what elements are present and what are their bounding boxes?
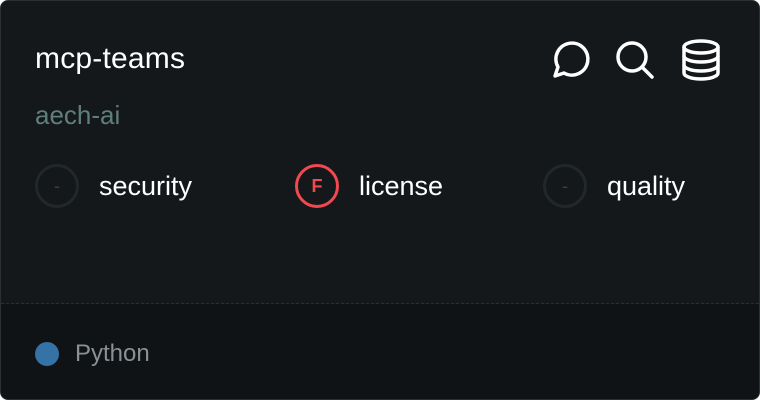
language-color-dot: [35, 342, 59, 366]
license-grade-badge: F: [295, 164, 339, 208]
card-footer: Python: [1, 304, 759, 399]
repo-card: mcp-teams aech-ai - security F license -…: [0, 0, 760, 400]
chat-button[interactable]: [547, 38, 591, 82]
database-icon: [682, 39, 720, 81]
language-name: Python: [75, 340, 150, 367]
search-button[interactable]: [613, 38, 657, 82]
security-label: security: [99, 170, 193, 201]
security-grade-badge: -: [35, 164, 79, 208]
language-indicator: Python: [35, 340, 150, 368]
card-actions: [547, 38, 723, 82]
quality-label: quality: [607, 170, 686, 201]
repo-name[interactable]: mcp-teams: [35, 39, 185, 79]
license-score[interactable]: F license: [295, 164, 443, 208]
security-score[interactable]: - security: [35, 164, 192, 208]
quality-score[interactable]: - quality: [543, 164, 685, 208]
database-button[interactable]: [679, 38, 723, 82]
search-icon: [616, 41, 654, 79]
score-row: - security F license - quality: [35, 164, 735, 214]
repo-owner[interactable]: aech-ai: [35, 98, 120, 132]
chat-bubble-icon: [553, 41, 590, 78]
quality-grade-badge: -: [543, 164, 587, 208]
license-label: license: [359, 170, 444, 201]
